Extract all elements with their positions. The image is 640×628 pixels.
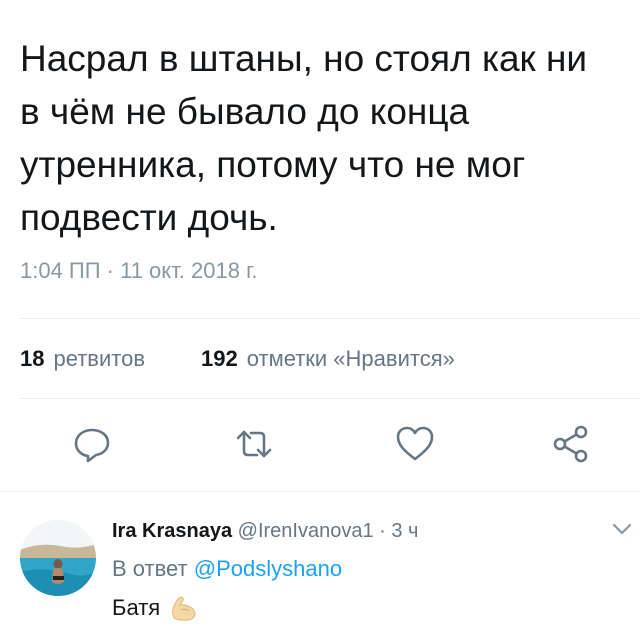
- tweet-actions: [0, 424, 640, 468]
- retweet-icon[interactable]: [234, 424, 274, 464]
- reply-context: В ответ @Podslyshano: [112, 556, 342, 582]
- likes-count: 192: [201, 346, 238, 371]
- divider: [20, 318, 640, 319]
- reply-text: Батя: [112, 594, 198, 622]
- reply-time[interactable]: 3 ч: [391, 520, 418, 542]
- reply-prefix: В ответ: [112, 556, 188, 581]
- retweets-label: ретвитов: [53, 346, 146, 371]
- share-icon[interactable]: [551, 424, 591, 464]
- reply-tweet[interactable]: Ira Krasnaya @IrenIvanova1 · 3 ч В ответ…: [16, 506, 632, 628]
- like-icon[interactable]: [395, 424, 435, 464]
- reply-mention-link[interactable]: @Podslyshano: [194, 556, 342, 581]
- retweets-stat[interactable]: 18 ретвитов: [20, 346, 145, 372]
- reply-separator: ·: [379, 520, 386, 542]
- flexed-biceps-icon: [172, 596, 196, 621]
- retweets-count: 18: [20, 346, 45, 371]
- tweet-stats: 18 ретвитов 192 отметки «Нравится»: [20, 346, 455, 372]
- reply-body: Батя: [112, 595, 161, 620]
- likes-label: отметки «Нравится»: [246, 346, 455, 371]
- avatar[interactable]: [20, 520, 96, 596]
- chevron-down-icon[interactable]: [612, 522, 632, 536]
- likes-stat[interactable]: 192 отметки «Нравится»: [201, 346, 455, 372]
- reply-display-name[interactable]: Ira Krasnaya: [112, 520, 232, 542]
- reply-icon[interactable]: [72, 424, 112, 464]
- tweet-timestamp[interactable]: 1:04 ПП · 11 окт. 2018 г.: [20, 258, 258, 284]
- reply-handle[interactable]: @IrenIvanova1: [238, 520, 374, 542]
- divider: [0, 491, 640, 492]
- divider: [20, 398, 640, 399]
- tweet-text: Насрал в штаны, но стоял как ни в чём не…: [20, 38, 588, 238]
- reply-header: Ira Krasnaya @IrenIvanova1 · 3 ч: [112, 520, 418, 543]
